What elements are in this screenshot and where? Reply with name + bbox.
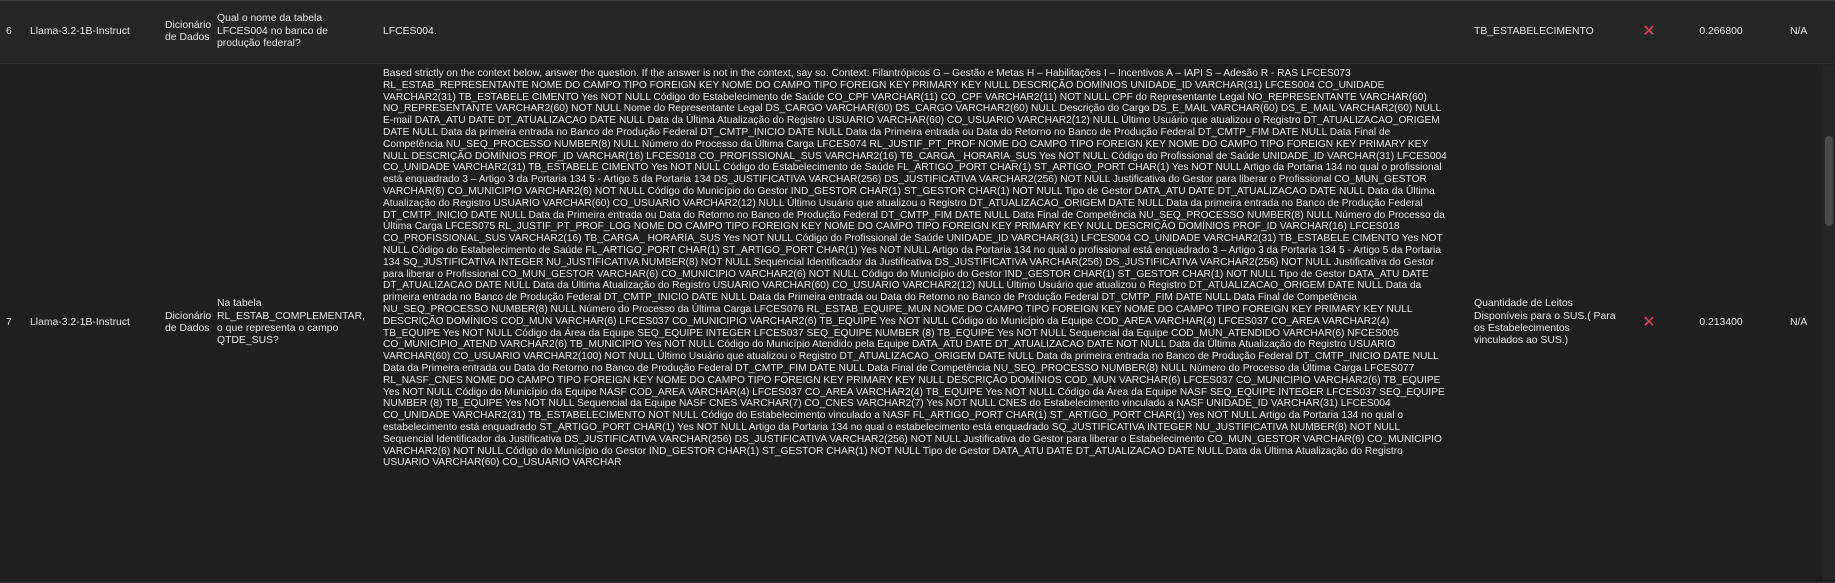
question-text: Qual o nome da tabela LFCES004 no banco … bbox=[217, 13, 328, 50]
row-index: 6 bbox=[6, 25, 12, 37]
x-icon: ✕ bbox=[1642, 314, 1656, 331]
context-text: Based strictly on the context below, ans… bbox=[383, 68, 1447, 469]
extra-value: N/A bbox=[1790, 25, 1808, 37]
question-text: Na tabela RL_ESTAB_COMPLEMENTAR, o que r… bbox=[217, 298, 366, 347]
context-text: LFCES004. bbox=[383, 25, 437, 37]
result-cell: ✕ bbox=[1626, 64, 1672, 582]
model-name: Llama-3.2-1B-Instruct bbox=[30, 316, 130, 328]
table-row[interactable]: 7 Llama-3.2-1B-Instruct Dicionário de Da… bbox=[0, 64, 1835, 583]
score-value: 0.266800 bbox=[1699, 25, 1743, 37]
vertical-scrollbar[interactable] bbox=[1823, 66, 1835, 580]
row-index: 7 bbox=[6, 316, 12, 328]
result-cell: ✕ bbox=[1626, 1, 1672, 63]
score-value: 0.213400 bbox=[1699, 316, 1743, 328]
source-name: Dicionário de Dados bbox=[165, 310, 212, 334]
context-cell: Based strictly on the context below, ans… bbox=[373, 64, 1462, 582]
results-table: 6 Llama-3.2-1B-Instruct Dicionário de Da… bbox=[0, 0, 1835, 583]
model-name: Llama-3.2-1B-Instruct bbox=[30, 25, 130, 37]
expected-answer: Quantidade de Leitos Disponíveis para o … bbox=[1474, 298, 1616, 347]
scrollbar-thumb[interactable] bbox=[1825, 136, 1833, 226]
table-row[interactable]: 6 Llama-3.2-1B-Instruct Dicionário de Da… bbox=[0, 0, 1835, 64]
expected-answer: TB_ESTABELECIMENTO bbox=[1474, 25, 1594, 37]
x-icon: ✕ bbox=[1642, 23, 1656, 40]
source-name: Dicionário de Dados bbox=[165, 19, 212, 43]
extra-value: N/A bbox=[1790, 316, 1808, 328]
